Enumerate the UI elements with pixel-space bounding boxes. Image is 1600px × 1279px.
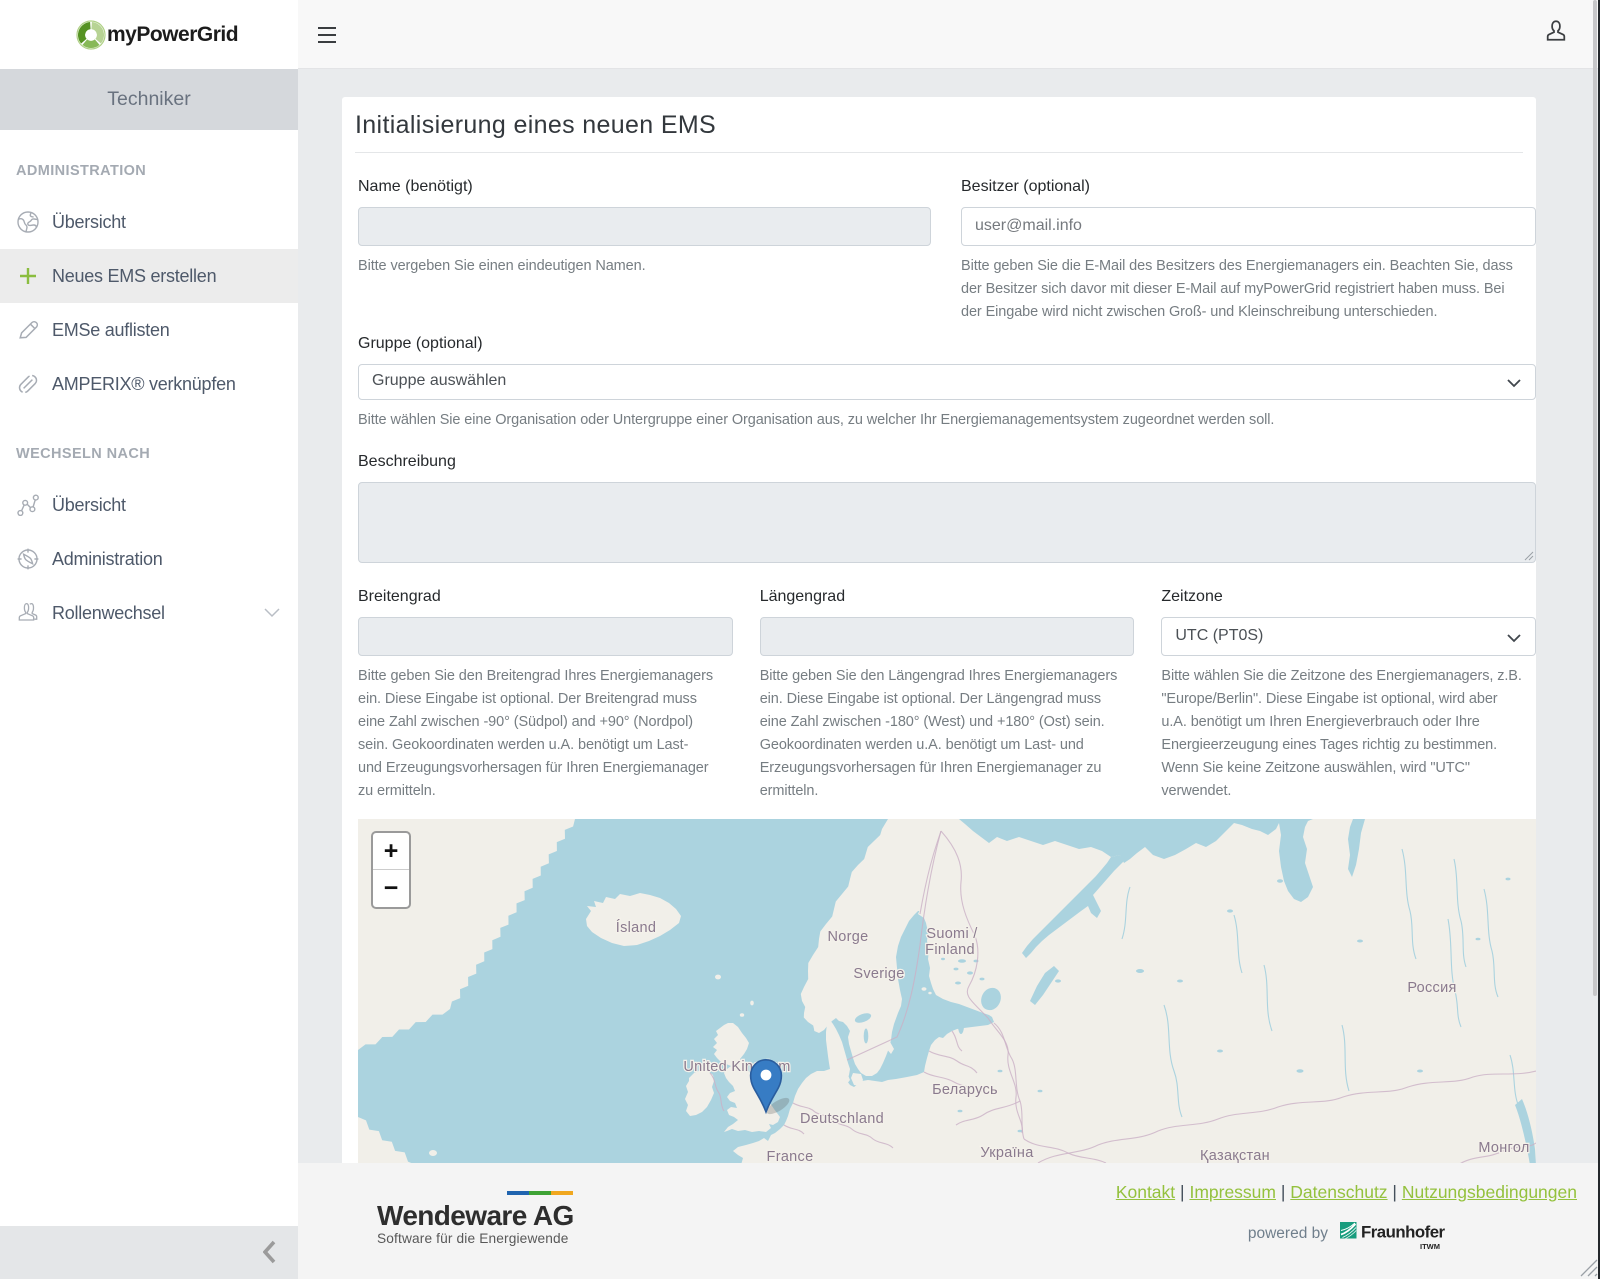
svg-text:Norge: Norge: [828, 929, 869, 945]
svg-text:Finland: Finland: [925, 942, 975, 958]
svg-text:Україна: Україна: [980, 1145, 1034, 1161]
svg-text:Suomi /: Suomi /: [926, 926, 978, 942]
svg-text:Ísland: Ísland: [616, 919, 657, 936]
svg-text:Россия: Россия: [1407, 980, 1456, 996]
svg-text:Беларусь: Беларусь: [932, 1082, 998, 1098]
svg-text:Deutschland: Deutschland: [800, 1111, 884, 1127]
svg-text:Монгол: Монгол: [1478, 1140, 1529, 1156]
svg-text:Қазақстан: Қазақстан: [1200, 1148, 1270, 1164]
svg-text:Sverige: Sverige: [853, 966, 904, 982]
svg-text:Fraunhofer: Fraunhofer: [1361, 1223, 1446, 1242]
svg-text:ITWM: ITWM: [1420, 1242, 1440, 1251]
